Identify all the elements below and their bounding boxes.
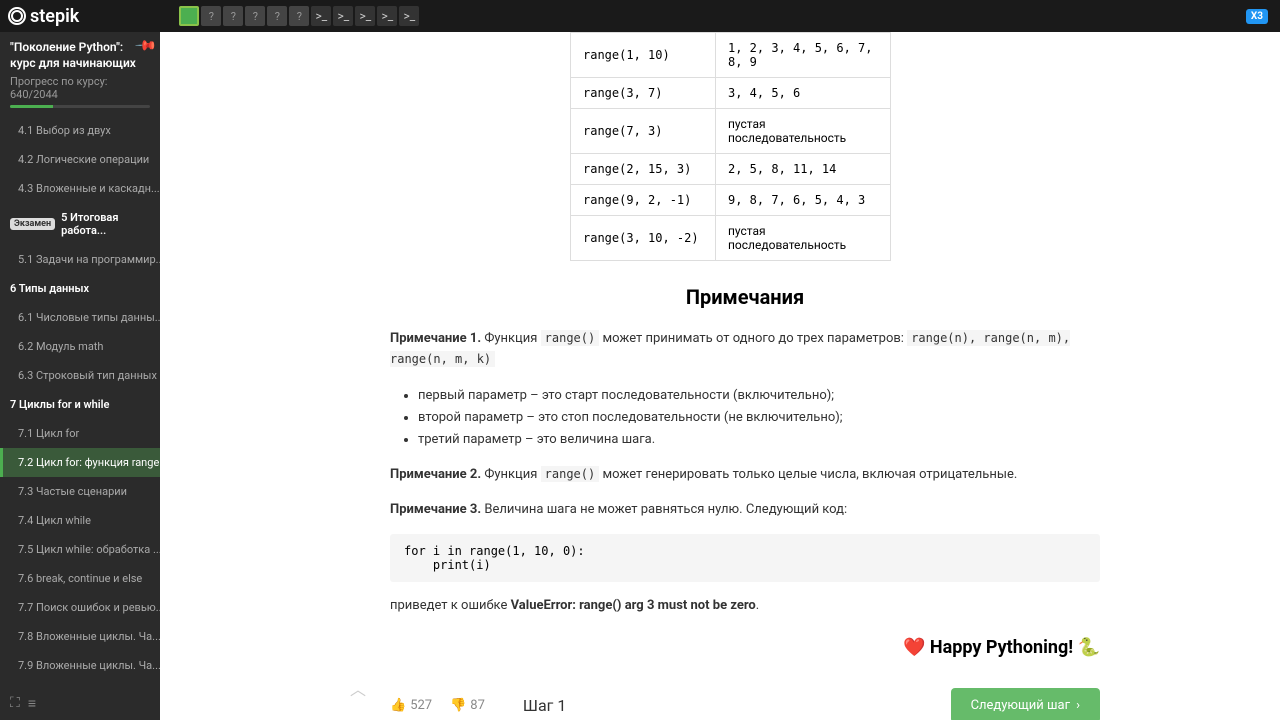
sidebar-item[interactable]: 7.1 Цикл for <box>0 419 160 448</box>
table-row: range(3, 10, -2)пустая последовательност… <box>571 216 891 261</box>
sidebar-item[interactable]: 4.2 Логические операции <box>0 145 160 174</box>
step-tab[interactable] <box>179 6 199 26</box>
action-bar: 👍527 👎87 Шаг 1 Следующий шаг› <box>390 688 1100 720</box>
sidebar: 📌 "Поколение Python": курс для начинающи… <box>0 32 160 720</box>
scroll-top-button[interactable]: ︿ <box>350 676 366 700</box>
logo-icon <box>8 7 26 25</box>
table-row: range(3, 7)3, 4, 5, 6 <box>571 78 891 109</box>
step-tab[interactable]: >_ <box>399 6 419 26</box>
step-tabs: ?????>_>_>_>_>_ <box>179 6 419 26</box>
sidebar-item[interactable]: 4.1 Выбор из двух <box>0 116 160 145</box>
sidebar-item[interactable]: 7.5 Цикл while: обработка ... <box>0 535 160 564</box>
note-2: Примечание 2. Функция range() может гене… <box>390 465 1100 486</box>
step-tab[interactable]: >_ <box>311 6 331 26</box>
error-line: приведет к ошибке ValueError: range() ar… <box>390 596 1100 617</box>
fullscreen-icon[interactable]: ⛶ <box>10 695 20 712</box>
step-tab[interactable]: >_ <box>333 6 353 26</box>
note-3: Примечание 3. Величина шага не может рав… <box>390 500 1100 521</box>
upvote-button[interactable]: 👍527 <box>390 698 432 713</box>
content-area: range(1, 10)1, 2, 3, 4, 5, 6, 7, 8, 9ran… <box>160 32 1280 720</box>
sidebar-item[interactable]: 7.2 Цикл for: функция range <box>0 448 160 477</box>
list-item: третий параметр – это величина шага. <box>418 429 1100 451</box>
sidebar-item[interactable]: 6.1 Числовые типы данны... <box>0 303 160 332</box>
sidebar-item[interactable]: 4.3 Вложенные и каскадн... <box>0 174 160 203</box>
downvote-button[interactable]: 👎87 <box>450 698 485 713</box>
menu-icon[interactable]: ≡ <box>28 695 36 712</box>
user-badge[interactable]: X3 <box>1246 9 1268 24</box>
sidebar-item[interactable]: 6.2 Модуль math <box>0 332 160 361</box>
sidebar-section[interactable]: Экзамен5 Итоговая работа... <box>0 203 160 245</box>
table-row: range(7, 3)пустая последовательность <box>571 109 891 154</box>
sidebar-item[interactable]: 7.4 Цикл while <box>0 506 160 535</box>
sidebar-item[interactable]: 7.8 Вложенные циклы. Ча... <box>0 622 160 651</box>
sidebar-item[interactable]: 5.1 Задачи на программир... <box>0 245 160 274</box>
exam-badge: Экзамен <box>10 218 55 230</box>
progress-bar <box>10 105 150 108</box>
step-tab[interactable]: ? <box>223 6 243 26</box>
course-title: "Поколение Python": курс для начинающих <box>10 40 150 71</box>
code-block: for i in range(1, 10, 0): print(i) <box>390 534 1100 582</box>
table-row: range(1, 10)1, 2, 3, 4, 5, 6, 7, 8, 9 <box>571 33 891 78</box>
thumb-down-icon: 👎 <box>450 698 466 713</box>
range-table: range(1, 10)1, 2, 3, 4, 5, 6, 7, 8, 9ran… <box>570 32 891 261</box>
step-tab[interactable]: ? <box>289 6 309 26</box>
list-item: второй параметр – это стоп последователь… <box>418 407 1100 429</box>
next-step-button[interactable]: Следующий шаг› <box>951 688 1100 720</box>
sidebar-item[interactable]: 7.3 Частые сценарии <box>0 477 160 506</box>
note-1: Примечание 1. Функция range() может прин… <box>390 329 1100 371</box>
chevron-right-icon: › <box>1076 698 1080 713</box>
list-item: первый параметр – это старт последовател… <box>418 385 1100 407</box>
sidebar-section[interactable]: 6 Типы данных <box>0 274 160 303</box>
step-tab[interactable]: ? <box>267 6 287 26</box>
sidebar-item[interactable]: 7.9 Вложенные циклы. Ча... <box>0 651 160 680</box>
thumb-up-icon: 👍 <box>390 698 406 713</box>
sidebar-item[interactable]: 7.7 Поиск ошибок и ревью... <box>0 593 160 622</box>
sidebar-section[interactable]: 7 Циклы for и while <box>0 390 160 419</box>
table-row: range(2, 15, 3)2, 5, 8, 11, 14 <box>571 154 891 185</box>
happy-line: ❤️ Happy Pythoning! 🐍 <box>390 637 1100 658</box>
notes-heading: Примечания <box>390 285 1100 309</box>
table-row: range(9, 2, -1)9, 8, 7, 6, 5, 4, 3 <box>571 185 891 216</box>
step-indicator: Шаг 1 <box>523 696 566 715</box>
step-tab[interactable]: ? <box>245 6 265 26</box>
brand-text: stepik <box>30 6 79 27</box>
topbar: stepik ?????>_>_>_>_>_ X3 <box>0 0 1280 32</box>
sidebar-header: 📌 "Поколение Python": курс для начинающи… <box>0 32 160 116</box>
note-1-list: первый параметр – это старт последовател… <box>418 385 1100 451</box>
logo[interactable]: stepik <box>8 6 79 27</box>
sidebar-item[interactable]: 6.3 Строковый тип данных <box>0 361 160 390</box>
sidebar-footer: ⛶ ≡ <box>0 687 160 720</box>
progress-label: Прогресс по курсу: 640/2044 <box>10 75 150 101</box>
step-tab[interactable]: ? <box>201 6 221 26</box>
step-tab[interactable]: >_ <box>377 6 397 26</box>
step-tab[interactable]: >_ <box>355 6 375 26</box>
sidebar-item[interactable]: 7.6 break, continue и else <box>0 564 160 593</box>
